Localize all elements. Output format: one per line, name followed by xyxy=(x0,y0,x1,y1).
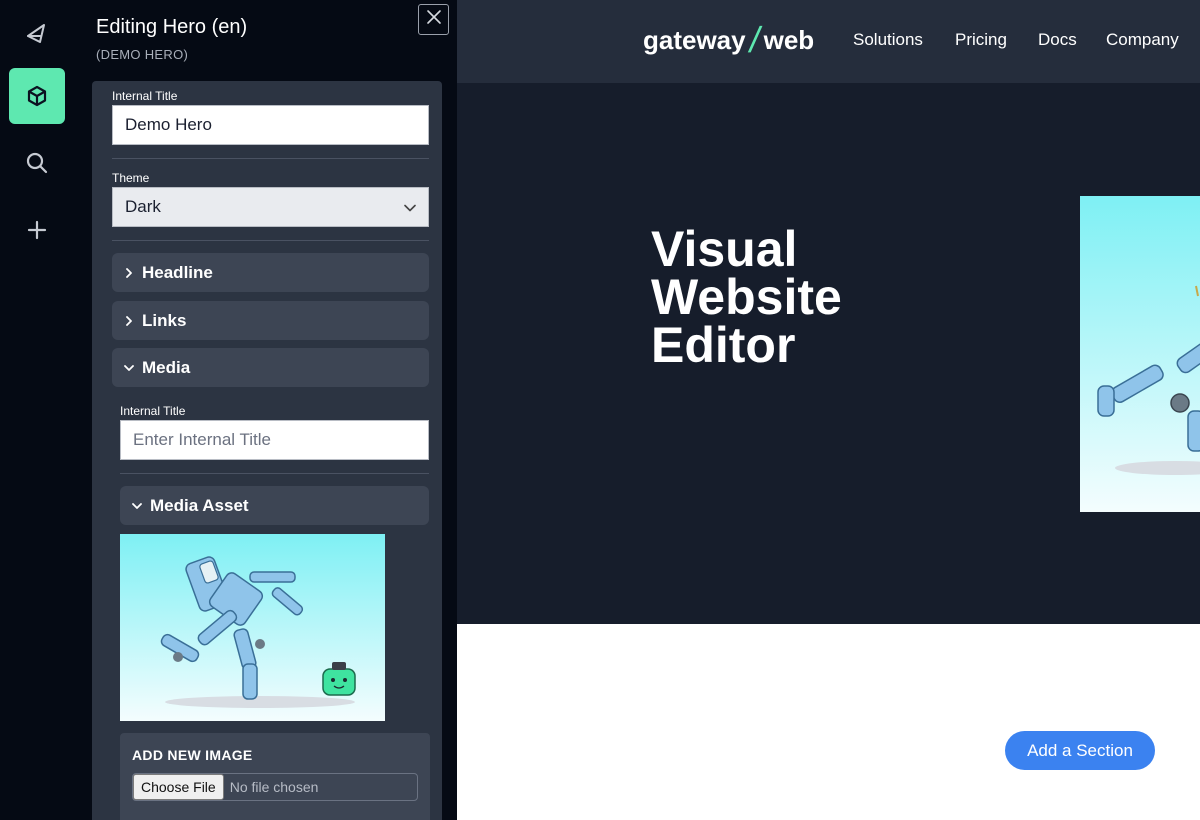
choose-file-button[interactable]: Choose File xyxy=(133,774,224,800)
feather-icon xyxy=(25,22,49,46)
divider xyxy=(112,158,429,159)
hero-headline-line: Editor xyxy=(651,317,796,373)
rail-item-home[interactable] xyxy=(9,6,65,62)
media-internal-title-placeholder: Enter Internal Title xyxy=(133,430,271,449)
hero-section[interactable]: Visual Website Editor xyxy=(457,83,1200,624)
chevron-down-icon xyxy=(130,502,144,510)
rail-item-components[interactable] xyxy=(9,68,65,124)
panel-title: Editing Hero (en) xyxy=(96,16,248,38)
divider xyxy=(112,240,429,241)
hero-form: Internal Title Demo Hero Theme Dark Head… xyxy=(92,81,442,820)
chevron-down-icon xyxy=(122,364,136,372)
add-section-button[interactable]: Add a Section xyxy=(1005,731,1155,770)
headline-accordion-label: Headline xyxy=(142,262,213,282)
media-internal-title-label: Internal Title xyxy=(120,404,186,418)
page-body: Add a Section xyxy=(457,624,1200,820)
file-status: No file chosen xyxy=(229,779,319,795)
add-new-image-title: ADD NEW IMAGE xyxy=(132,747,253,763)
theme-label: Theme xyxy=(112,171,150,185)
rail-item-add[interactable] xyxy=(9,202,65,258)
logo-text-right: web xyxy=(763,24,815,55)
chevron-down-icon xyxy=(404,197,416,217)
nav-link-pricing[interactable]: Pricing xyxy=(955,30,1007,50)
media-accordion[interactable]: Media xyxy=(112,348,429,387)
hero-headline-line: Visual xyxy=(651,221,798,277)
panel-subtitle: (DEMO HERO) xyxy=(96,47,189,62)
hero-headline-line: Website xyxy=(651,269,842,325)
media-asset-thumbnail[interactable] xyxy=(120,534,385,721)
chevron-right-icon xyxy=(122,315,136,327)
file-input[interactable]: Choose File No file chosen xyxy=(132,773,418,801)
close-button[interactable] xyxy=(418,4,449,35)
close-icon xyxy=(426,9,442,30)
links-accordion-label: Links xyxy=(142,310,187,330)
theme-select[interactable]: Dark xyxy=(112,187,429,227)
add-new-image-box: ADD NEW IMAGE Choose File No file chosen xyxy=(120,733,430,820)
rail-item-search[interactable] xyxy=(9,135,65,191)
site-logo[interactable]: gateway / web xyxy=(643,19,815,60)
media-internal-title-input[interactable]: Enter Internal Title xyxy=(120,420,429,460)
links-accordion[interactable]: Links xyxy=(112,301,429,340)
chevron-right-icon xyxy=(122,267,136,279)
nav-link-docs[interactable]: Docs xyxy=(1038,30,1077,50)
media-asset-label: Media Asset xyxy=(150,495,249,515)
media-accordion-label: Media xyxy=(142,357,191,377)
theme-value: Dark xyxy=(125,197,161,216)
site-header: gateway / web Solutions Pricing Docs Com… xyxy=(457,0,1200,83)
search-icon xyxy=(25,151,49,175)
internal-title-input[interactable]: Demo Hero xyxy=(112,105,429,145)
logo-text-left: gateway xyxy=(643,24,746,55)
internal-title-label: Internal Title xyxy=(112,89,178,103)
icon-rail xyxy=(0,0,73,820)
headline-accordion[interactable]: Headline xyxy=(112,253,429,292)
nav-link-solutions[interactable]: Solutions xyxy=(853,30,923,50)
editor-panel: Editing Hero (en) (DEMO HERO) Internal T… xyxy=(73,0,457,820)
divider xyxy=(120,473,429,474)
plus-icon xyxy=(25,218,49,242)
nav-link-company[interactable]: Company xyxy=(1106,30,1179,50)
media-asset-accordion[interactable]: Media Asset xyxy=(120,486,429,525)
hero-headline: Visual Website Editor xyxy=(651,221,951,373)
logo-slash: / xyxy=(746,19,764,60)
internal-title-value: Demo Hero xyxy=(125,115,212,134)
hero-image xyxy=(1080,196,1200,512)
cube-icon xyxy=(25,84,49,108)
